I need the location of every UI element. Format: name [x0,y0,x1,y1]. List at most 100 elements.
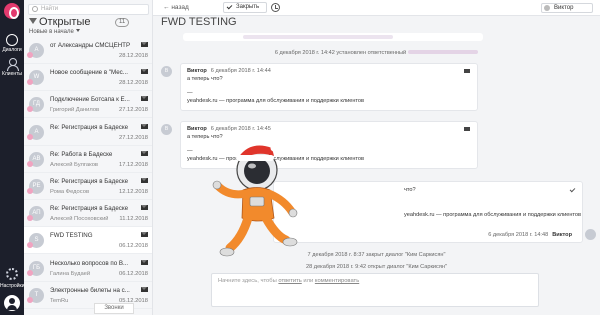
list-item[interactable]: W Новое сообщение в "Мес... 28.12.2018 [24,64,152,92]
nav-rail: Диалоги Клиенты Настройки [0,0,25,315]
chat-bubble-icon [6,34,18,46]
email-icon [464,127,470,131]
status-dot [27,242,33,249]
close-dialog-button[interactable]: Закрыть [223,2,267,13]
outgoing-message-bubble: что? yeahdesk.ru — программа для обслужи… [273,181,583,243]
avatar-initials: ГБ [32,264,41,271]
list-item-date: 06.12.2018 [118,270,148,277]
reply-link[interactable]: ответить [278,278,301,284]
list-item[interactable]: АП Re: Регистрация в Бадеске Алексей Посох… [24,200,152,228]
email-icon [141,205,148,211]
email-icon [141,42,148,47]
list-item[interactable]: РЕ Re: Регистрация в Бадеске Рома Федосов 1… [24,173,152,200]
list-item[interactable]: ГД Подключение Ботсапа к Е... Григорий Дан… [24,91,152,119]
search-input[interactable]: Найти [28,4,149,15]
message-text: что? [404,187,416,193]
email-icon [141,232,148,238]
close-label: Закрыть [236,4,260,10]
nav-settings-label: Настройки [0,283,25,289]
avatar-initials: AB [32,155,41,162]
message-avatar: В [161,66,172,77]
list-item-subtitle: Галина Будаей [50,270,91,277]
list-item[interactable]: ГБ Несколько вопросов по В... Галина Будае… [24,255,152,282]
nav-dialogs[interactable]: Диалоги [0,34,24,53]
app-logo[interactable] [4,3,20,19]
list-item[interactable]: S FWD TESTING 06.12.2018 [24,227,152,255]
sort-dropdown[interactable]: Новые в начале [29,29,80,35]
nav-clients[interactable]: Клиенты [0,58,24,77]
list-item[interactable]: AB Re: Работа в Бадеске Алексей Булгаков 17… [24,146,152,173]
status-dot [27,215,33,222]
list-item-date: 11.12.2018 [119,216,148,223]
email-icon [141,259,148,265]
check-icon [226,3,233,10]
list-item-date: 28.12.2018 [118,80,148,87]
list-item-subtitle: Алексей Булгаков [50,161,98,168]
email-icon [141,123,148,129]
list-item[interactable]: A Re: Регистрация в Бадеске 27.12.2018 [24,119,152,146]
avatar-initials: ГД [33,101,40,108]
list-filter-heading[interactable]: Открытые [29,16,91,28]
nav-clients-label: Клиенты [1,71,23,77]
list-item-title: Подключение Ботсапа к Е... [50,96,130,104]
message-author: Виктор [187,126,207,132]
collapsed-message [183,33,483,41]
status-dot [27,188,33,194]
message-avatar [585,229,596,240]
list-item-title: Re: Регистрация в Бадеске [50,205,129,213]
email-icon [141,286,148,292]
list-heading-text: Открытые [39,16,91,28]
settings-gear-icon[interactable] [6,268,18,280]
message-meta: 6 декабря 2018 г. 14:48 Виктор [488,231,572,239]
avatar: ГБ [27,260,44,276]
avatar-initials: W [33,74,40,81]
message-author: Виктор [552,232,572,238]
avatar-initials: S [34,237,39,244]
back-button[interactable]: ← назад [163,4,189,11]
message-time: 6 декабря 2018 г. 14:45 [210,126,271,132]
reply-placeholder-mid: или [303,278,314,284]
avatar [544,5,550,11]
avatar-initials: РЕ [32,183,41,189]
assignee-button[interactable]: Виктор [541,3,593,13]
avatar-initials: А [34,47,39,53]
list-item-date: 06.12.2018 [118,243,148,250]
message-time: 6 декабря 2018 г. 14:44 [210,68,271,74]
user-avatar[interactable] [4,295,20,311]
status-dot [27,160,33,167]
people-icon [6,58,19,71]
back-label: назад [171,4,189,11]
reply-input[interactable]: Начните здесь, чтобы ответить или коммен… [211,273,539,307]
system-event: 6 декабря 2018 г. 14:42 установлен ответ… [153,50,600,56]
status-dot [27,106,33,113]
page-title: FWD TESTING [161,16,237,28]
astronaut-body [212,144,298,257]
message-signature: yeahdesk.ru — программа для обслуживания… [404,212,582,218]
conversation-toolbar: ← назад Закрыть Виктор [153,0,600,16]
avatar: A [27,124,44,140]
avatar: АП [27,206,44,222]
reply-placeholder: Начните здесь, чтобы [218,278,277,284]
avatar: S [27,233,44,249]
list-item-title: от Александры СМСЦЕНТР [50,42,131,49]
list-item-title: Новое сообщение в "Мес... [50,69,128,77]
comment-link[interactable]: комментировать [315,278,359,284]
calls-button[interactable]: Звонки [94,303,134,314]
avatar-initials: T [34,291,39,298]
email-icon [464,69,470,73]
email-icon [141,150,148,156]
assignee-label: Виктор [554,5,574,11]
list-item-subtitle: Григорий Данилов [50,107,100,114]
conversation-list: Найти Открытые 11 Новые в начале Аот Але… [24,0,153,315]
clock-icon[interactable] [271,3,280,12]
list-item-subtitle: Алексей Посоховский [50,216,108,223]
list-item-date: 17.12.2018 [118,161,148,168]
avatar: ГД [27,97,44,113]
avatar-initials: A [34,128,39,135]
message-avatar: В [161,124,172,135]
status-dot [27,79,33,86]
avatar: W [27,70,44,86]
email-icon [141,69,148,75]
avatar: А [27,43,44,58]
list-item[interactable]: Аот Александры СМСЦЕНТР 28.12.2018 [24,37,152,64]
